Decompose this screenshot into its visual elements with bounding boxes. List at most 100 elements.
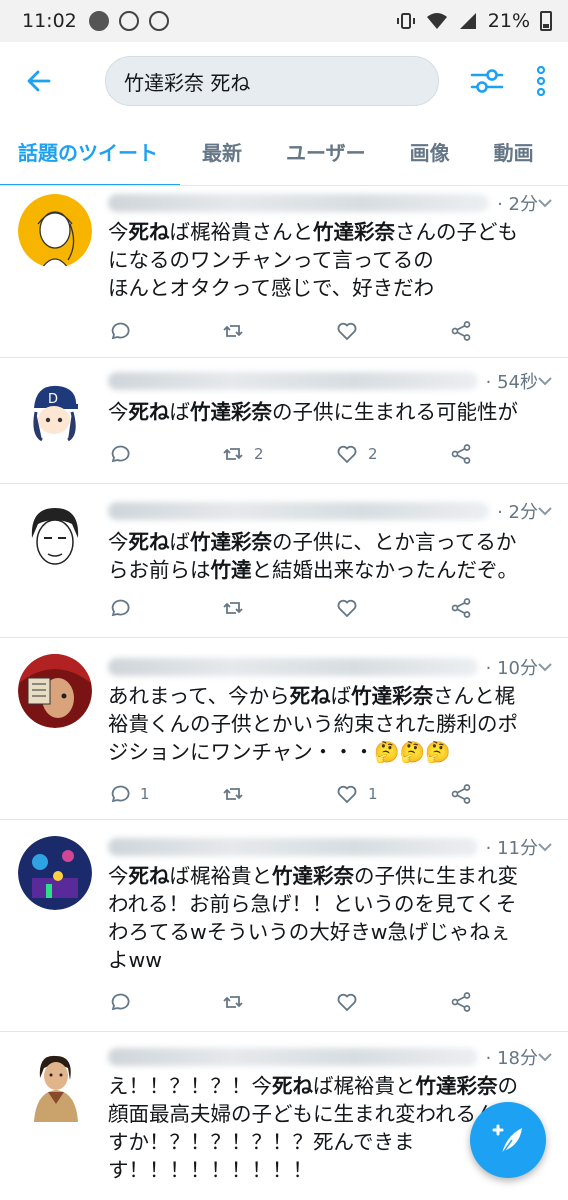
chevron-down-icon[interactable] <box>536 502 554 520</box>
tweet[interactable]: · 10分 あれまって、今から死ねば竹達彩奈さんと梶 裕貴くんの子供とかいう約束さ… <box>0 638 568 820</box>
tweet[interactable]: · 11分 今死ねば梶裕貴と竹達彩奈の子供に生まれ変 われる！お前ら急げ！！という… <box>0 820 568 1032</box>
author-name-blurred[interactable] <box>108 372 478 390</box>
text-segment: 今 <box>108 220 129 244</box>
author-name-blurred[interactable] <box>108 658 478 676</box>
tweet-time: · 54秒 <box>485 372 538 393</box>
text-segment: ば梶裕貴と <box>313 1074 416 1098</box>
keyword-highlight: 死ね <box>128 400 170 424</box>
chevron-down-icon[interactable] <box>536 838 554 856</box>
tab-users[interactable]: ユーザー <box>264 120 388 185</box>
search-tabs: 話題のツイート 最新 ユーザー 画像 動画 <box>0 120 568 186</box>
keyword-highlight: 竹達 <box>210 558 252 582</box>
retweet-button[interactable]: 2 <box>222 443 336 465</box>
tab-videos[interactable]: 動画 <box>472 120 556 185</box>
avatar[interactable] <box>18 498 92 572</box>
compose-tweet-button[interactable] <box>470 1102 546 1178</box>
retweet-button[interactable] <box>222 597 336 619</box>
avatar[interactable] <box>18 836 92 910</box>
tweet-text-line: 今死ねば竹達彩奈の子供に、とか言ってるか <box>108 528 554 556</box>
reply-count: 1 <box>140 785 150 803</box>
retweet-count: 2 <box>254 445 264 463</box>
tweet-text-line: え！！？！？！今死ねば梶裕貴と竹達彩奈の <box>108 1072 554 1100</box>
tweet-time: · 2分 <box>497 194 538 215</box>
share-button[interactable] <box>450 443 472 465</box>
share-icon <box>451 784 471 804</box>
author-name-blurred[interactable] <box>108 502 490 520</box>
keyword-highlight: 死ね <box>289 684 331 708</box>
keyword-highlight: 竹達彩奈 <box>190 400 272 424</box>
text-segment: さんと梶 <box>433 684 516 708</box>
signal-icon <box>459 13 476 29</box>
reply-button[interactable] <box>108 443 222 465</box>
more-options-button[interactable] <box>521 42 561 120</box>
avatar[interactable] <box>18 194 92 268</box>
like-button[interactable]: 2 <box>336 443 450 465</box>
search-input[interactable]: 竹達彩奈 死ね <box>105 56 439 106</box>
keyword-highlight: 竹達彩奈 <box>272 864 354 888</box>
tab-top-tweets[interactable]: 話題のツイート <box>0 120 180 185</box>
search-filter-button[interactable] <box>453 42 521 120</box>
avatar[interactable] <box>18 654 92 728</box>
retweet-button[interactable] <box>222 320 336 342</box>
vibrate-icon <box>396 13 415 29</box>
tweet-text-line: 今死ねば梶裕貴と竹達彩奈の子供に生まれ変 <box>108 862 554 890</box>
tweet-actions: 1 1 <box>108 780 472 808</box>
text-segment: らお前らは <box>108 558 211 582</box>
text-segment: と結婚出来なかったんだぞ。 <box>251 558 519 582</box>
chevron-down-icon[interactable] <box>536 372 554 390</box>
share-icon <box>451 992 471 1012</box>
reply-button[interactable]: 1 <box>108 783 222 805</box>
tweet-actions <box>108 317 472 345</box>
text-segment: ジションにワンチャン・・・🤔🤔🤔 <box>108 740 451 764</box>
text-segment: ば梶裕貴さんと <box>169 220 314 244</box>
keyword-highlight: 竹達彩奈 <box>351 684 434 708</box>
text-segment: 今 <box>108 864 129 888</box>
heart-icon <box>337 785 357 804</box>
back-arrow-icon <box>27 70 51 92</box>
avatar[interactable]: D <box>18 374 92 448</box>
reply-icon <box>111 785 130 803</box>
tweet-text-line: らお前らは竹達と結婚出来なかったんだぞ。 <box>108 556 554 584</box>
chevron-down-icon[interactable] <box>536 194 554 212</box>
author-name-blurred[interactable] <box>108 194 490 212</box>
reply-button[interactable] <box>108 991 222 1013</box>
share-button[interactable] <box>450 991 472 1013</box>
share-button[interactable] <box>450 783 472 805</box>
tweet-text-line: 今死ねば梶裕貴さんと竹達彩奈さんの子ども <box>108 218 554 246</box>
share-button[interactable] <box>450 597 472 619</box>
share-button[interactable] <box>450 320 472 342</box>
retweet-button[interactable] <box>222 991 336 1013</box>
tweet-time: · 11分 <box>485 838 538 859</box>
tweet[interactable]: D · 54秒 今死ねば竹達彩奈の子供に生まれる可能性が 2 2 <box>0 358 568 484</box>
like-count: 1 <box>368 785 378 803</box>
like-button[interactable]: 1 <box>336 783 450 805</box>
back-button[interactable] <box>0 42 78 120</box>
retweet-button[interactable] <box>222 783 336 805</box>
tweet[interactable]: · 2分 今死ねば竹達彩奈の子供に、とか言ってるか らお前らは竹達と結婚出来なかっ… <box>0 484 568 638</box>
status-time: 11:02 <box>22 10 77 32</box>
tweet-actions <box>108 594 472 622</box>
heart-icon <box>337 599 357 618</box>
like-button[interactable] <box>336 320 450 342</box>
chevron-down-icon[interactable] <box>536 1048 554 1066</box>
retweet-icon <box>223 996 243 1008</box>
like-button[interactable] <box>336 991 450 1013</box>
keyword-highlight: 死ね <box>272 1074 313 1098</box>
tweet-time: · 10分 <box>485 658 538 679</box>
author-name-blurred[interactable] <box>108 1048 478 1066</box>
keyword-highlight: 死ね <box>128 530 170 554</box>
tab-images[interactable]: 画像 <box>388 120 472 185</box>
chevron-down-icon[interactable] <box>536 658 554 676</box>
tab-latest[interactable]: 最新 <box>180 120 264 185</box>
wifi-icon <box>426 13 447 29</box>
avatar[interactable] <box>18 1048 92 1122</box>
like-button[interactable] <box>336 597 450 619</box>
svg-text:D: D <box>48 392 58 407</box>
text-segment: ほんとオタクって感じで、好きだわ <box>108 276 435 300</box>
tweet[interactable]: · 2分 今死ねば梶裕貴さんと竹達彩奈さんの子ども になるのワンチャンって言ってる… <box>0 186 568 358</box>
reply-button[interactable] <box>108 320 222 342</box>
text-segment: 今 <box>108 400 129 424</box>
text-segment: の子供に生まれる可能性が <box>272 400 518 424</box>
reply-button[interactable] <box>108 597 222 619</box>
author-name-blurred[interactable] <box>108 838 478 856</box>
